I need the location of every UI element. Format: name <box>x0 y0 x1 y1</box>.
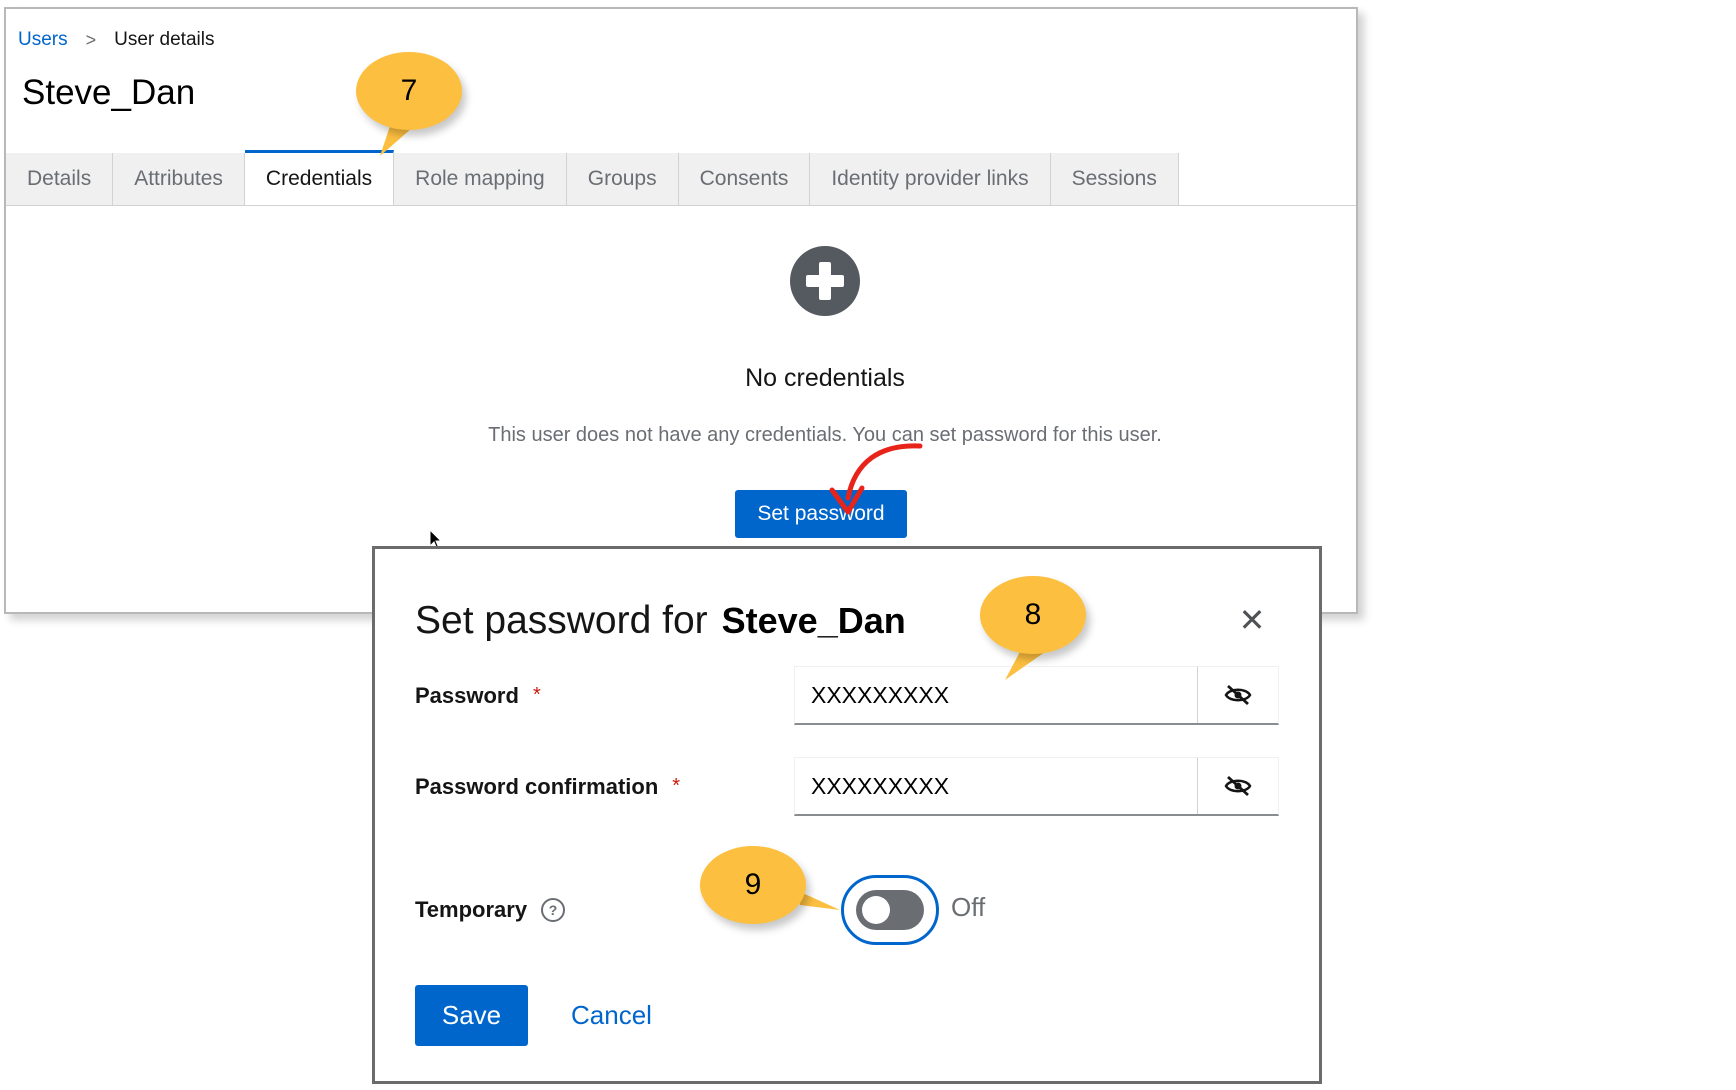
password-field-group <box>794 666 1279 725</box>
plus-circle-icon <box>790 246 860 316</box>
callout-step-9: 9 <box>700 846 806 924</box>
breadcrumb-separator-icon: > <box>85 29 97 50</box>
modal-title-prefix: Set password for <box>415 599 708 642</box>
toggle-track <box>856 890 924 930</box>
tab-groups[interactable]: Groups <box>566 153 679 205</box>
password-confirmation-field-group <box>794 757 1279 816</box>
tab-identity-provider-links[interactable]: Identity provider links <box>810 153 1051 205</box>
password-confirmation-input[interactable] <box>795 758 1197 814</box>
password-row: Password * <box>415 666 541 725</box>
tab-label: Consents <box>699 167 789 190</box>
temporary-row: Temporary ? <box>415 892 566 928</box>
screenshot-canvas: Users > User details Steve_Dan Details A… <box>0 0 1736 1090</box>
eye-slash-icon[interactable] <box>1197 667 1278 723</box>
user-tabs: Details Attributes Credentials Role mapp… <box>6 150 1356 206</box>
tab-consents[interactable]: Consents <box>678 153 811 205</box>
modal-username: Steve_Dan <box>721 600 906 641</box>
empty-state-title: No credentials <box>745 364 905 392</box>
password-confirmation-row: Password confirmation * <box>415 757 680 816</box>
tab-credentials[interactable]: Credentials <box>244 150 395 205</box>
eye-slash-icon[interactable] <box>1197 758 1278 814</box>
tab-label: Sessions <box>1071 167 1157 190</box>
temporary-toggle[interactable] <box>841 875 939 945</box>
password-confirmation-label: Password confirmation <box>415 773 659 799</box>
callout-step-8: 8 <box>980 576 1086 654</box>
toggle-knob <box>862 896 890 924</box>
required-marker: * <box>532 684 541 706</box>
required-marker: * <box>672 775 681 797</box>
tab-attributes[interactable]: Attributes <box>113 153 245 205</box>
user-details-page: Users > User details Steve_Dan Details A… <box>4 7 1358 614</box>
set-password-modal: Set password for Steve_Dan ✕ Password * … <box>372 546 1322 1084</box>
close-icon[interactable]: ✕ <box>1237 604 1267 636</box>
modal-title: Set password for Steve_Dan <box>415 599 906 643</box>
password-label: Password <box>415 682 519 708</box>
password-input[interactable] <box>795 667 1197 723</box>
tab-label: Details <box>27 167 92 190</box>
set-password-button[interactable]: Set password <box>735 490 907 538</box>
tab-label: Role mapping <box>415 167 545 190</box>
tab-sessions[interactable]: Sessions <box>1050 153 1179 205</box>
tab-label: Groups <box>587 167 657 190</box>
tab-label: Credentials <box>265 167 373 190</box>
tab-label: Attributes <box>134 167 223 190</box>
breadcrumb: Users > User details <box>18 29 214 51</box>
help-icon[interactable]: ? <box>541 898 566 922</box>
breadcrumb-users-link[interactable]: Users <box>18 29 68 51</box>
empty-state-description: This user does not have any credentials.… <box>488 424 1162 446</box>
tab-label: Identity provider links <box>831 167 1029 190</box>
breadcrumb-current: User details <box>114 29 215 50</box>
save-button[interactable]: Save <box>415 985 528 1046</box>
cancel-button[interactable]: Cancel <box>571 985 652 1046</box>
callout-step-7: 7 <box>356 52 462 130</box>
tab-role-mapping[interactable]: Role mapping <box>394 153 567 205</box>
temporary-label: Temporary <box>415 897 528 922</box>
tab-details[interactable]: Details <box>6 153 114 205</box>
page-title: Steve_Dan <box>22 73 196 112</box>
temporary-state-label: Off <box>951 892 986 922</box>
